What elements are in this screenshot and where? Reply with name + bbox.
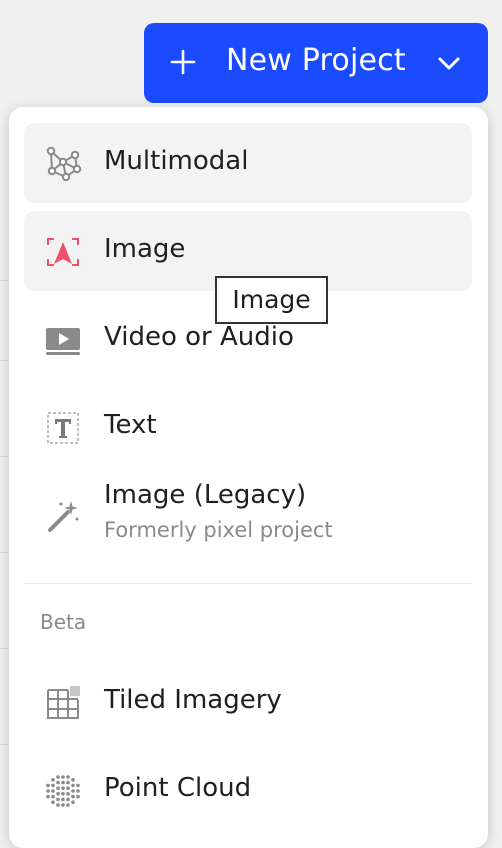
new-project-menu: Multimodal Image Video or Audio Text Ima… (9, 107, 488, 848)
video-play-icon (46, 328, 80, 355)
chevron-down-icon[interactable] (436, 51, 462, 75)
new-project-label: New Project (226, 43, 406, 78)
menu-divider (24, 583, 472, 584)
image-annotation-icon (47, 238, 79, 266)
menu-item-label: Image (Legacy) (104, 480, 307, 510)
text-t-icon (47, 412, 79, 444)
menu-item-label: Text (104, 410, 157, 440)
network-nodes-icon (46, 146, 82, 182)
magic-wand-icon (48, 501, 79, 532)
tooltip: Image (215, 276, 328, 324)
beta-section-label: Beta (40, 610, 87, 634)
menu-item-text[interactable]: Text (24, 387, 472, 467)
plus-icon (170, 49, 196, 75)
point-cloud-icon (46, 775, 80, 807)
menu-item-label: Tiled Imagery (104, 685, 282, 715)
menu-item-multimodal[interactable]: Multimodal (24, 123, 472, 203)
menu-item-label: Video or Audio (104, 322, 294, 352)
menu-item-tiled-imagery[interactable]: Tiled Imagery (24, 662, 472, 742)
menu-item-label: Image (104, 234, 186, 264)
menu-item-sublabel: Formerly pixel project (104, 518, 333, 542)
menu-item-image-legacy[interactable]: Image (Legacy) Formerly pixel project (24, 475, 472, 555)
menu-item-point-cloud[interactable]: Point Cloud (24, 750, 472, 830)
menu-item-label: Multimodal (104, 146, 249, 176)
menu-item-label: Point Cloud (104, 773, 252, 803)
grid-tiles-icon (47, 686, 80, 719)
new-project-button[interactable]: New Project (144, 23, 488, 103)
